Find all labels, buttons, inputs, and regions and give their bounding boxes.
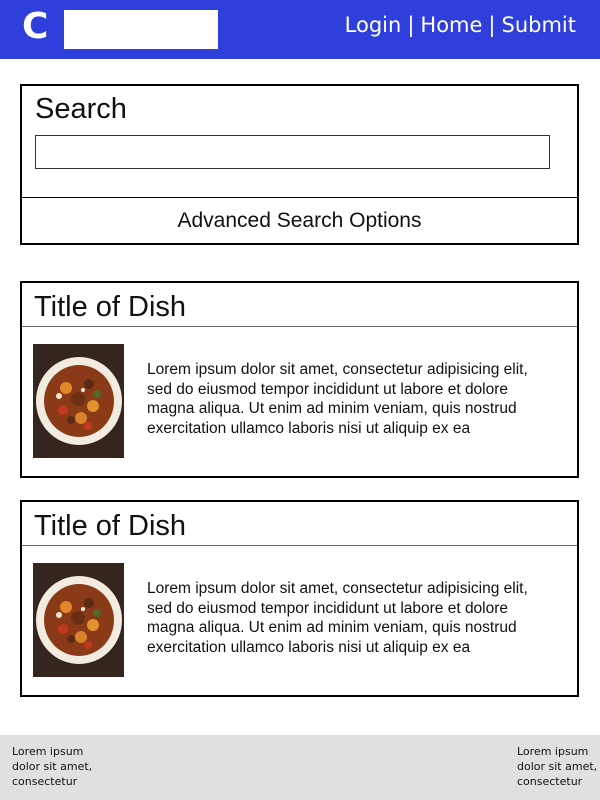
dish-title[interactable]: Title of Dish bbox=[34, 289, 186, 325]
footer-right-text: Lorem ipsum dolor sit amet, consectetur bbox=[517, 745, 598, 788]
nav-submit-link[interactable]: Submit bbox=[502, 13, 577, 37]
top-nav: Login | Home | Submit bbox=[345, 10, 576, 40]
stew-bowl-image[interactable] bbox=[33, 344, 124, 458]
site-logo[interactable]: C bbox=[22, 5, 48, 49]
dish-description: Lorem ipsum dolor sit amet, consectetur … bbox=[147, 361, 528, 437]
stew-bowl-image[interactable] bbox=[33, 563, 124, 677]
nav-login-link[interactable]: Login bbox=[345, 13, 402, 37]
top-header: C Login | Home | Submit bbox=[0, 0, 600, 59]
nav-home-link[interactable]: Home bbox=[420, 13, 482, 37]
nav-separator: | bbox=[407, 13, 415, 37]
footer-left-text: Lorem ipsum dolor sit amet, consectetur bbox=[12, 745, 93, 788]
search-panel: Search Advanced Search Options bbox=[20, 84, 579, 245]
card-divider bbox=[22, 545, 577, 546]
search-input[interactable] bbox=[35, 135, 550, 169]
advanced-search-button[interactable]: Advanced Search Options bbox=[22, 198, 577, 243]
dish-card[interactable]: Title of Dish Lorem ipsum dolor sit amet… bbox=[20, 281, 579, 478]
search-heading: Search bbox=[35, 93, 127, 125]
header-search-input[interactable] bbox=[64, 10, 218, 49]
page-footer: Lorem ipsum dolor sit amet, consectetur … bbox=[0, 735, 600, 800]
dish-description: Lorem ipsum dolor sit amet, consectetur … bbox=[147, 580, 528, 656]
dish-card[interactable]: Title of Dish Lorem ipsum dolor sit amet… bbox=[20, 500, 579, 697]
nav-separator: | bbox=[488, 13, 496, 37]
dish-title[interactable]: Title of Dish bbox=[34, 508, 186, 544]
card-divider bbox=[22, 326, 577, 327]
